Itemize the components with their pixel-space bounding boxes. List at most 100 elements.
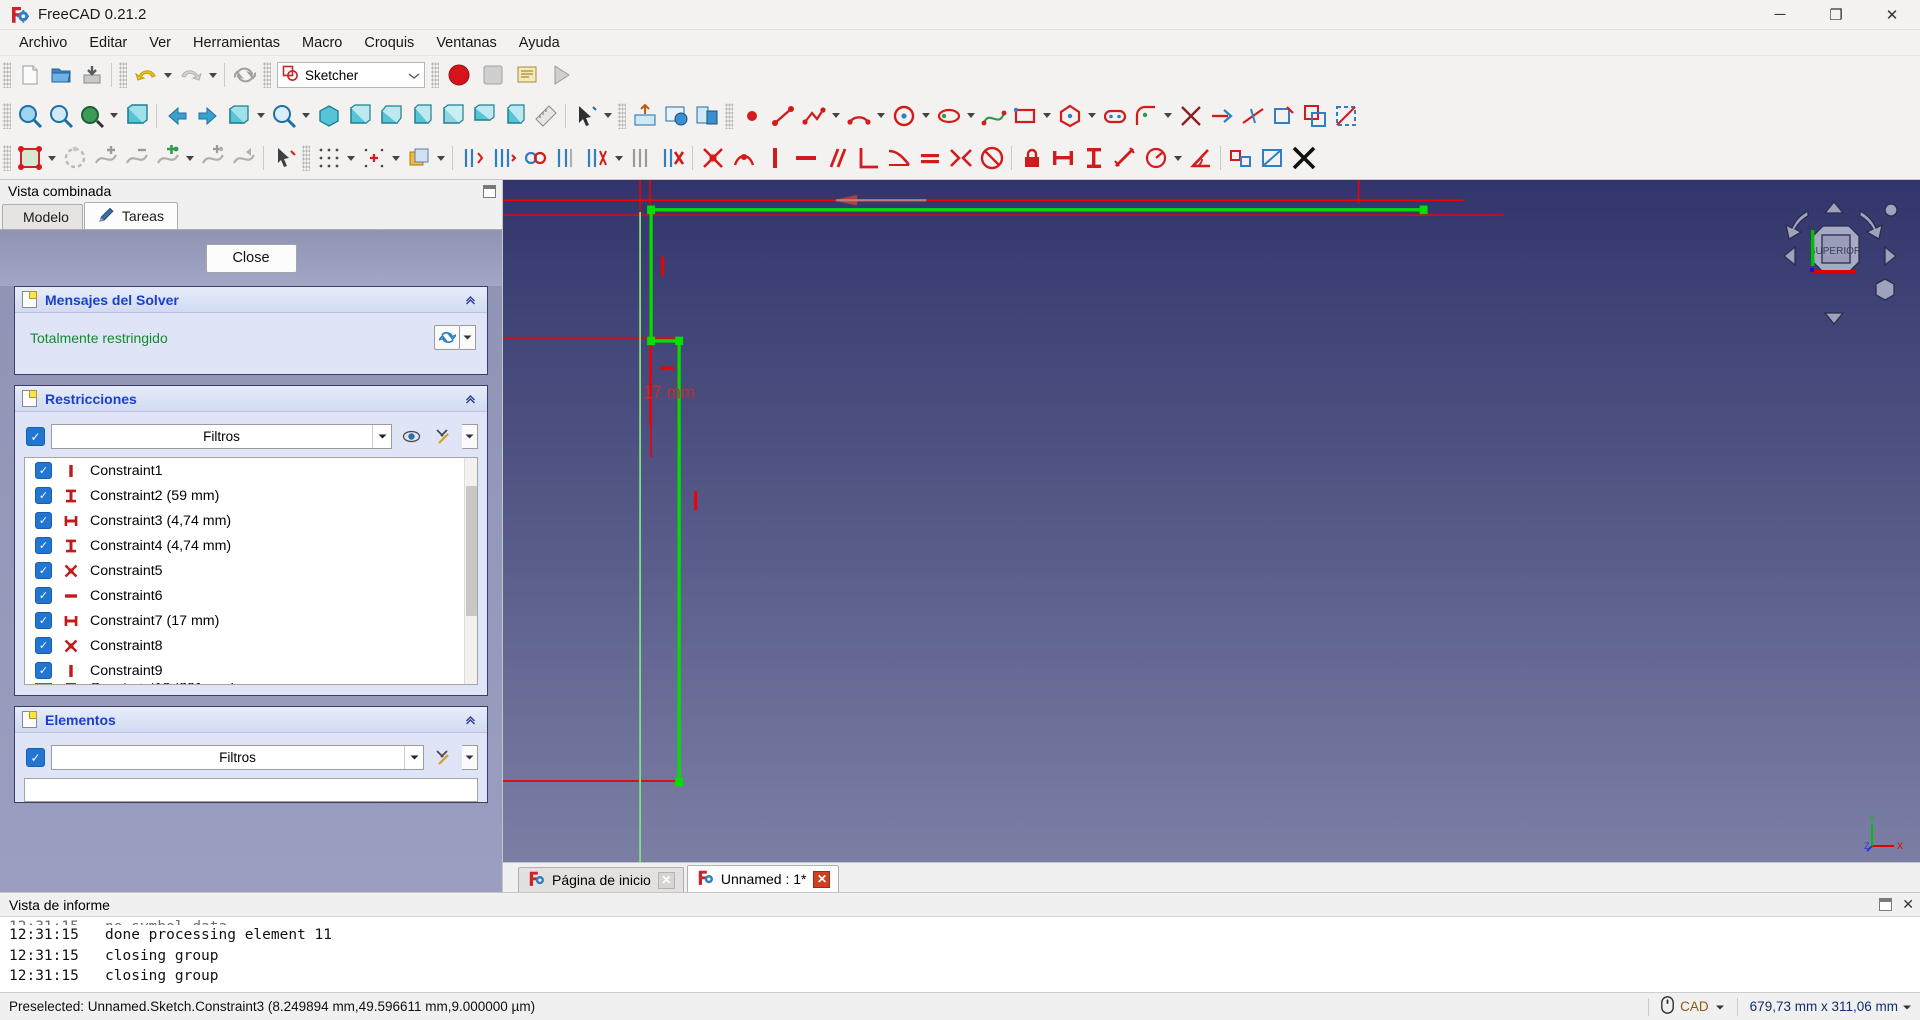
constraints-scrollbar[interactable] [464,458,477,684]
constraint-checkbox[interactable]: ✓ [35,587,52,604]
conic-dropdown-icon[interactable] [967,113,975,118]
constraint-checkbox[interactable]: ✓ [35,683,52,684]
select-constraints-dropdown-icon[interactable] [615,155,623,161]
rendering-dropdown-icon[interactable] [437,155,445,161]
tab-tareas[interactable]: Tareas [83,202,178,229]
constraints-select-all-checkbox[interactable]: ✓ [26,427,45,446]
fit-selection-button[interactable] [45,100,76,131]
tab-modelo[interactable]: Modelo [2,204,83,229]
toolbar-grip[interactable] [3,62,11,88]
toggle-grid-button[interactable] [313,143,344,174]
report-view-log[interactable]: 12:31:15 no symbol data 12:31:15 done pr… [0,916,1920,992]
restore-internal-geometry-button[interactable] [626,143,657,174]
back-button[interactable] [161,100,192,131]
constrain-coincident-button[interactable] [697,143,728,174]
rectangular-array-button[interactable] [197,143,228,174]
undock-icon[interactable] [483,184,496,198]
menu-croquis[interactable]: Croquis [353,32,425,54]
create-polygon-button[interactable] [1054,100,1085,131]
elements-settings-dropdown-icon[interactable] [462,745,478,770]
fillet-dropdown-icon[interactable] [1164,113,1172,118]
polygon-dropdown-icon[interactable] [1088,113,1096,118]
close-window-button[interactable]: ✕ [1864,0,1920,30]
menu-ventanas[interactable]: Ventanas [425,32,507,54]
constrain-symmetric-button[interactable] [945,143,976,174]
left-view-button[interactable] [499,100,530,131]
carbon-copy-button[interactable] [1299,100,1330,131]
create-bspline-button[interactable] [978,100,1009,131]
constraint-checkbox[interactable]: ✓ [35,487,52,504]
constraint-checkbox[interactable]: ✓ [35,637,52,654]
undo-dropdown-icon[interactable] [164,72,172,78]
mirror-button[interactable] [228,143,259,174]
refresh-icon[interactable] [434,325,460,350]
constrain-lock-button[interactable] [1016,143,1047,174]
constrain-horizontal-button[interactable] [790,143,821,174]
constrain-perpendicular-button[interactable] [852,143,883,174]
constraint-checkbox[interactable]: ✓ [35,662,52,679]
create-rectangle-button[interactable] [1009,100,1040,131]
edit-sketch-button[interactable] [660,100,691,131]
constraint-checkbox[interactable]: ✓ [35,462,52,479]
toolbar-grip[interactable] [302,145,310,171]
constraints-settings-dropdown-icon[interactable] [462,424,478,449]
constraint-row-3[interactable]: ✓ Constraint3 (4,74 mm) [25,508,477,533]
rendering-order-button[interactable] [403,143,434,174]
constrain-tangent-button[interactable] [883,143,914,174]
constrain-block-button[interactable] [976,143,1007,174]
constraint-row-9[interactable]: ✓ Constraint9 [25,658,477,683]
toggle-driving-constraint-button[interactable] [1225,143,1256,174]
viewport-dimensions[interactable]: 679,73 mm x 311,06 mm [1750,999,1912,1014]
macro-stop-button[interactable] [476,58,510,92]
constrain-angle-button[interactable] [1185,143,1216,174]
zoom-dropdown-icon[interactable] [302,113,310,118]
elements-group-header[interactable]: Elementos [15,707,487,733]
close-icon[interactable]: ✕ [657,871,675,889]
macro-execute-button[interactable] [544,58,578,92]
constrain-parallel-button[interactable] [821,143,852,174]
view-section-button[interactable] [59,143,90,174]
macro-edit-button[interactable] [510,58,544,92]
constrain-vertical-button[interactable] [759,143,790,174]
constrain-equal-button[interactable] [914,143,945,174]
workbench-selector[interactable]: Sketcher [277,62,425,88]
navigation-cube[interactable]: SUPERIOR [1778,198,1908,328]
select-elements-button[interactable] [268,143,299,174]
close-task-button[interactable]: Close [205,243,297,273]
sketch-canvas[interactable]: 17 mm [503,180,1920,862]
constrain-distance-button[interactable] [1109,143,1140,174]
create-slot-button[interactable] [1099,100,1130,131]
menu-ver[interactable]: Ver [138,32,182,54]
maximize-button[interactable]: ❐ [1808,0,1864,30]
elements-select-all-checkbox[interactable]: ✓ [26,748,45,767]
constrain-radius-button[interactable] [1140,143,1171,174]
constraint-row-8[interactable]: ✓ Constraint8 [25,633,477,658]
leave-sketch-button[interactable] [14,143,45,174]
select-unconstrained-dof-button[interactable] [457,143,488,174]
menu-macro[interactable]: Macro [291,32,353,54]
chevron-up-icon[interactable] [461,389,480,408]
zoom-button[interactable] [268,100,299,131]
close-icon[interactable]: ✕ [1902,896,1914,913]
redo-button[interactable] [175,60,206,91]
std-views-dropdown-icon[interactable] [257,113,265,118]
front-view-button[interactable] [344,100,375,131]
create-fillet-button[interactable] [1130,100,1161,131]
toggle-construction-button[interactable] [1330,100,1361,131]
symmetry-button[interactable] [90,143,121,174]
new-document-button[interactable] [14,60,45,91]
select-dropdown-icon[interactable] [604,113,612,118]
delete-all-constraints-button[interactable] [657,143,688,174]
external-geometry-button[interactable] [1268,100,1299,131]
toolbar-grip[interactable] [431,62,439,88]
undo-button[interactable] [130,60,161,91]
leave-sketch-dropdown-icon[interactable] [48,155,56,161]
constraint-checkbox[interactable]: ✓ [35,537,52,554]
constraint-row-2[interactable]: ✓ Constraint2 (59 mm) [25,483,477,508]
select-elements-constraint-button[interactable] [488,143,519,174]
constraint-row-6[interactable]: ✓ Constraint6 [25,583,477,608]
constraint-checkbox[interactable]: ✓ [35,562,52,579]
constraint-row-7[interactable]: ✓ Constraint7 (17 mm) [25,608,477,633]
open-document-button[interactable] [45,60,76,91]
create-circle-button[interactable] [888,100,919,131]
